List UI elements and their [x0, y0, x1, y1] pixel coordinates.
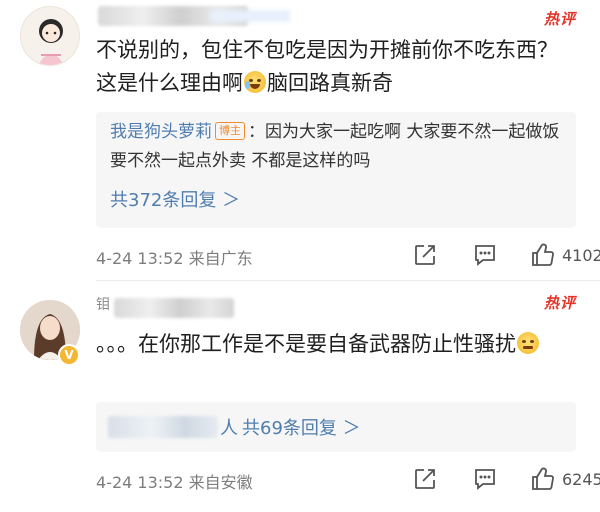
verified-icon: V — [58, 344, 80, 366]
comment-meta: 4-24 13:52 来自安徽 — [96, 469, 253, 493]
comment-text: 。。。在你那工作是不是要自备武器防止性骚扰 — [96, 328, 576, 361]
share-icon — [412, 466, 438, 492]
like-icon — [530, 242, 556, 268]
sleepy-emoji — [517, 332, 539, 354]
comment-actions: 6245 — [412, 464, 600, 494]
comment-text-main: 。。。在你那工作是不是要自备武器防止性骚扰 — [96, 332, 516, 356]
like-count: 4102 — [562, 245, 600, 265]
reply-preview-box[interactable]: 人 共69条回复 ＞ — [96, 402, 576, 452]
reply-author-name-fragment[interactable]: 人 — [220, 414, 238, 440]
like-button[interactable]: 6245 — [530, 464, 600, 494]
comment-source: 来自广东 — [188, 249, 253, 268]
comment-date: 4-24 13:52 — [96, 473, 184, 492]
laughing-tears-emoji — [244, 71, 266, 93]
comment-meta: 4-24 13:52 来自广东 — [96, 245, 253, 269]
comment-date: 4-24 13:52 — [96, 249, 184, 268]
comment-text: 不说别的，包住不包吃是因为开摊前你不吃东西？这是什么理由啊 脑回路真新奇 — [96, 34, 576, 100]
share-button[interactable] — [412, 240, 438, 270]
reply-count-link[interactable]: 共69条回复 ＞ — [242, 414, 361, 440]
author-badge: 博主 — [215, 122, 245, 140]
like-icon — [530, 466, 556, 492]
comment-button[interactable] — [472, 240, 498, 270]
share-icon — [412, 242, 438, 268]
reply-author-blurred[interactable] — [108, 416, 218, 438]
comment-source: 来自安徽 — [188, 473, 253, 492]
like-button[interactable]: 4102 — [530, 240, 600, 270]
comment-item-1: 热评 不说别的，包住不包吃是因为开摊前你不吃东西？这是什么理由啊 脑回路真新奇 我… — [0, 0, 600, 281]
reply-author-name[interactable]: 我是狗头萝莉 — [110, 122, 212, 142]
comment-icon — [472, 242, 498, 268]
comment-actions: 4102 — [412, 240, 600, 270]
comment-item-2: V 钼 热评 。。。在你那工作是不是要自备武器防止性骚扰 人 共69条回复 ＞ … — [0, 284, 600, 512]
comment-text-tail: 脑回路真新奇 — [267, 71, 393, 95]
hot-comment-badge: 热评 — [543, 294, 576, 312]
comment-button[interactable] — [472, 464, 498, 494]
reply-preview-box[interactable]: 我是狗头萝莉 博主 ：因为大家一起吃啊 大家要不然一起做饭要不然一起点外卖 不都是这… — [96, 112, 576, 228]
reply-count-link[interactable]: 共372条回复 ＞ — [110, 186, 240, 212]
hot-comment-badge: 热评 — [543, 10, 576, 28]
username-blurred[interactable] — [114, 298, 234, 318]
like-count: 6245 — [562, 469, 600, 489]
comment-divider — [96, 280, 600, 281]
comment-icon — [472, 466, 498, 492]
reply-preview-text: 我是狗头萝莉 博主 ：因为大家一起吃啊 大家要不然一起做饭要不然一起点外卖 不都是这… — [110, 118, 564, 176]
username-fragment[interactable]: 钼 — [96, 294, 110, 314]
avatar[interactable] — [20, 6, 80, 66]
share-button[interactable] — [412, 464, 438, 494]
username-blurred-extra — [210, 10, 290, 22]
